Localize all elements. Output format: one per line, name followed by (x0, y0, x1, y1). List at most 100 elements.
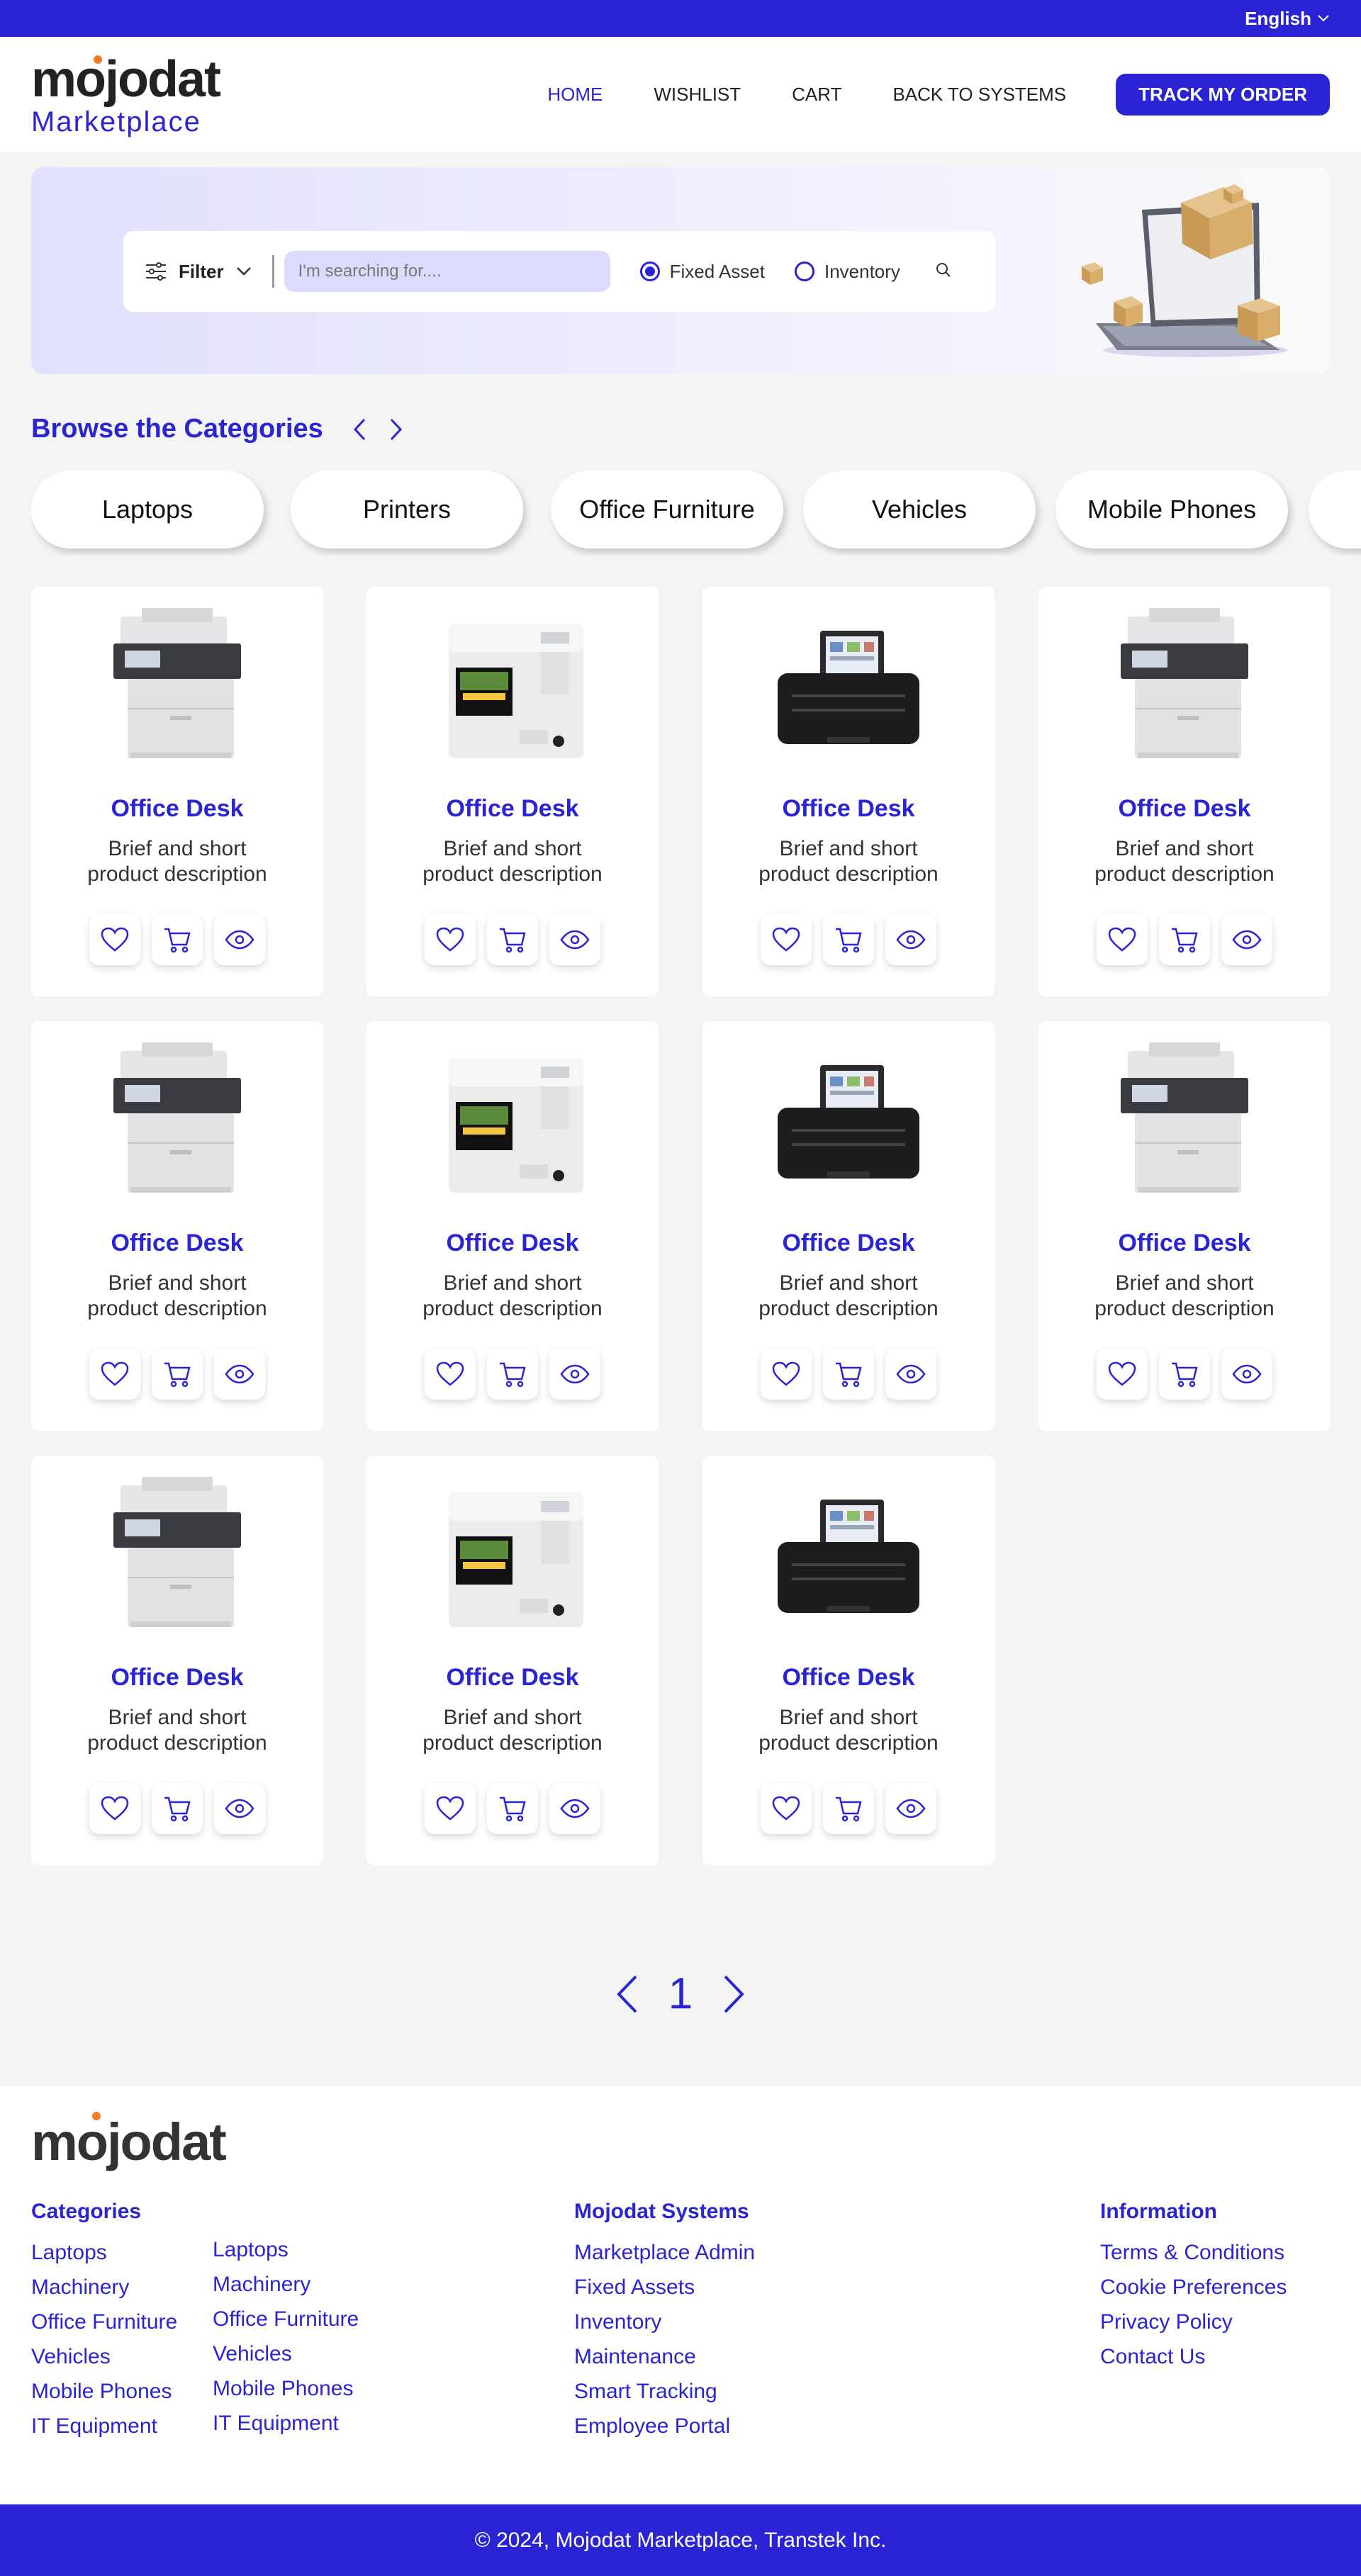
view-product-button[interactable] (885, 914, 936, 965)
category-pill-vehicles[interactable]: Vehicles (803, 471, 1036, 549)
footer-link[interactable]: IT Equipment (31, 2414, 177, 2439)
product-name[interactable]: Office Desk (31, 1230, 323, 1257)
add-to-wishlist-button[interactable] (425, 1349, 476, 1400)
view-product-button[interactable] (1221, 914, 1272, 965)
product-image[interactable] (771, 1037, 926, 1200)
footer-link[interactable]: Cookie Preferences (1100, 2276, 1287, 2300)
product-name[interactable]: Office Desk (702, 1230, 995, 1257)
page-next-button[interactable] (721, 1974, 748, 2015)
track-order-button[interactable]: TRACK MY ORDER (1116, 74, 1330, 116)
category-prev-button[interactable] (352, 417, 367, 441)
footer-link[interactable]: Laptops (31, 2241, 177, 2265)
footer-link[interactable]: Mobile Phones (31, 2380, 177, 2404)
product-image[interactable] (99, 1471, 255, 1634)
footer-link[interactable]: Vehicles (31, 2345, 177, 2369)
footer-link[interactable]: Vehicles (213, 2342, 359, 2366)
add-to-cart-button[interactable] (152, 914, 203, 965)
add-to-cart-button[interactable] (1159, 1349, 1210, 1400)
view-product-button[interactable] (214, 914, 265, 965)
add-to-wishlist-button[interactable] (89, 914, 140, 965)
search-input[interactable] (284, 251, 610, 292)
page-number[interactable]: 1 (668, 1969, 693, 2019)
product-name[interactable]: Office Desk (1038, 1230, 1331, 1257)
product-card[interactable]: Office Desk Brief and short product descr… (31, 587, 323, 996)
category-pill-office-furniture[interactable]: Office Furniture (551, 471, 783, 549)
add-to-wishlist-button[interactable] (425, 1783, 476, 1834)
product-card[interactable]: Office Desk Brief and short product descr… (366, 587, 659, 996)
language-selector[interactable]: English (1245, 8, 1330, 30)
product-card[interactable]: Office Desk Brief and short product descr… (366, 1021, 659, 1431)
view-product-button[interactable] (1221, 1349, 1272, 1400)
nav-wishlist[interactable]: WISHLIST (654, 84, 741, 106)
add-to-wishlist-button[interactable] (425, 914, 476, 965)
view-product-button[interactable] (885, 1783, 936, 1834)
footer-link[interactable]: Marketplace Admin (574, 2241, 755, 2265)
product-image[interactable] (435, 1037, 590, 1200)
product-image[interactable] (771, 602, 926, 765)
add-to-cart-button[interactable] (152, 1349, 203, 1400)
view-product-button[interactable] (549, 1783, 600, 1834)
product-name[interactable]: Office Desk (366, 1664, 659, 1692)
product-name[interactable]: Office Desk (31, 1664, 323, 1692)
view-product-button[interactable] (214, 1349, 265, 1400)
nav-back-to-systems[interactable]: BACK TO SYSTEMS (892, 84, 1066, 106)
product-name[interactable]: Office Desk (702, 1664, 995, 1692)
product-name[interactable]: Office Desk (31, 795, 323, 823)
footer-link[interactable]: Mobile Phones (213, 2377, 359, 2401)
product-name[interactable]: Office Desk (366, 795, 659, 823)
product-image[interactable] (435, 602, 590, 765)
product-image[interactable] (1107, 602, 1262, 765)
footer-link[interactable]: Maintenance (574, 2345, 755, 2369)
product-image[interactable] (99, 602, 255, 765)
footer-link[interactable]: Machinery (31, 2276, 177, 2300)
product-name[interactable]: Office Desk (366, 1230, 659, 1257)
product-card[interactable]: Office Desk Brief and short product descr… (31, 1021, 323, 1431)
filter-dropdown[interactable]: Filter (145, 255, 274, 288)
page-prev-button[interactable] (613, 1974, 640, 2015)
category-pill-mobile-phones[interactable]: Mobile Phones (1055, 471, 1288, 549)
footer-link[interactable]: Office Furniture (213, 2307, 359, 2332)
product-name[interactable]: Office Desk (1038, 795, 1331, 823)
search-button[interactable] (936, 262, 951, 281)
add-to-wishlist-button[interactable] (761, 914, 812, 965)
product-image[interactable] (99, 1037, 255, 1200)
footer-link[interactable]: IT Equipment (213, 2412, 359, 2436)
product-card[interactable]: Office Desk Brief and short product descr… (702, 1021, 995, 1431)
product-card[interactable]: Office Desk Brief and short product descr… (366, 1456, 659, 1865)
product-name[interactable]: Office Desk (702, 795, 995, 823)
product-card[interactable]: Office Desk Brief and short product descr… (1038, 587, 1331, 996)
footer-logo[interactable]: mojodat (31, 2112, 227, 2172)
category-next-button[interactable] (388, 417, 404, 441)
footer-link[interactable]: Employee Portal (574, 2414, 755, 2439)
add-to-cart-button[interactable] (823, 914, 874, 965)
view-product-button[interactable] (549, 1349, 600, 1400)
product-image[interactable] (435, 1471, 590, 1634)
footer-link[interactable]: Privacy Policy (1100, 2310, 1287, 2334)
add-to-cart-button[interactable] (823, 1783, 874, 1834)
add-to-wishlist-button[interactable] (761, 1783, 812, 1834)
add-to-cart-button[interactable] (1159, 914, 1210, 965)
logo[interactable]: mojodat Marketplace (31, 54, 221, 136)
product-card[interactable]: Office Desk Brief and short product descr… (702, 587, 995, 996)
footer-link[interactable]: Smart Tracking (574, 2380, 755, 2404)
footer-link[interactable]: Office Furniture (31, 2310, 177, 2334)
footer-link[interactable]: Machinery (213, 2273, 359, 2297)
add-to-wishlist-button[interactable] (89, 1783, 140, 1834)
view-product-button[interactable] (214, 1783, 265, 1834)
product-image[interactable] (771, 1471, 926, 1634)
add-to-cart-button[interactable] (487, 914, 538, 965)
footer-link[interactable]: Inventory (574, 2310, 755, 2334)
view-product-button[interactable] (549, 914, 600, 965)
nav-home[interactable]: HOME (547, 84, 603, 106)
nav-cart[interactable]: CART (792, 84, 841, 106)
add-to-wishlist-button[interactable] (1097, 914, 1148, 965)
category-pill-laptops[interactable]: Laptops (31, 471, 264, 549)
add-to-cart-button[interactable] (823, 1349, 874, 1400)
add-to-wishlist-button[interactable] (1097, 1349, 1148, 1400)
add-to-cart-button[interactable] (487, 1349, 538, 1400)
product-card[interactable]: Office Desk Brief and short product descr… (1038, 1021, 1331, 1431)
radio-fixed-asset[interactable]: Fixed Asset (639, 261, 765, 283)
product-card[interactable]: Office Desk Brief and short product descr… (702, 1456, 995, 1865)
footer-link[interactable]: Fixed Assets (574, 2276, 755, 2300)
category-pill-partial[interactable] (1309, 471, 1361, 549)
